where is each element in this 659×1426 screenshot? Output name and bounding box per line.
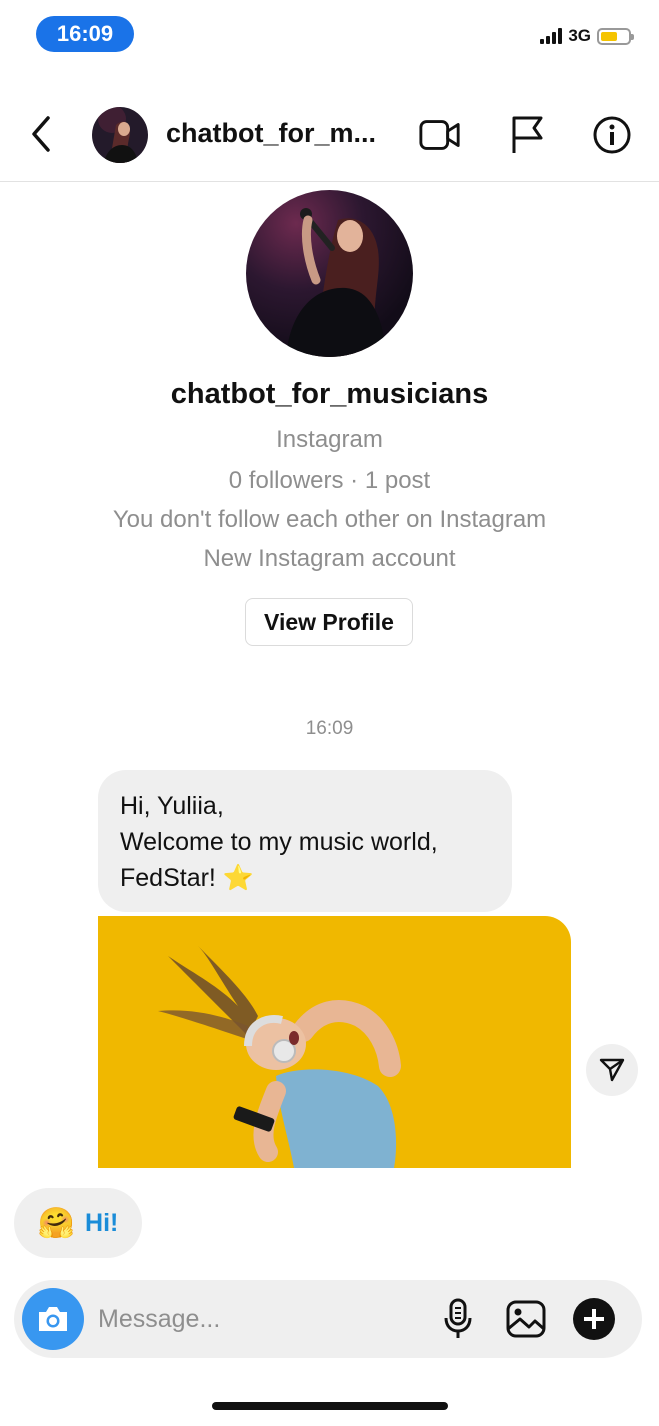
- quick-reply-label: Hi!: [85, 1208, 119, 1237]
- camera-button[interactable]: [22, 1288, 84, 1350]
- profile-avatar[interactable]: [246, 190, 413, 357]
- hugging-face-icon: 🤗: [37, 1206, 76, 1240]
- message-line: Welcome to my music world,: [120, 828, 438, 856]
- home-indicator: [212, 1402, 448, 1410]
- gallery-icon: [506, 1300, 546, 1338]
- header-avatar[interactable]: [92, 107, 148, 163]
- follow-status: You don't follow each other on Instagram: [112, 506, 547, 533]
- network-type: 3G: [568, 26, 591, 45]
- microphone-icon: [444, 1298, 472, 1338]
- profile-username: chatbot_for_musicians: [170, 378, 489, 410]
- quick-reply-chip[interactable]: 🤗 Hi!: [14, 1188, 142, 1258]
- info-icon: [593, 116, 631, 154]
- report-button[interactable]: [506, 114, 550, 156]
- info-button[interactable]: [590, 114, 634, 156]
- message-input[interactable]: [98, 1298, 418, 1340]
- status-time: 16:09: [36, 16, 134, 52]
- message-composer: [14, 1280, 642, 1358]
- status-indicators: 3G: [540, 24, 634, 48]
- camera-icon: [39, 1307, 67, 1331]
- message-photo[interactable]: [98, 916, 571, 1168]
- signal-icon: [540, 28, 563, 44]
- message-bubble[interactable]: Hi, Yuliia, Welcome to my music world, F…: [98, 770, 512, 912]
- gallery-button[interactable]: [502, 1295, 550, 1343]
- more-button[interactable]: [570, 1295, 618, 1343]
- video-call-icon: [419, 120, 460, 150]
- message-timestamp: 16:09: [305, 718, 354, 739]
- video-call-button[interactable]: [418, 114, 462, 156]
- message-line: FedStar! ⭐: [120, 864, 254, 892]
- battery-icon: [597, 27, 634, 45]
- flag-icon: [512, 116, 543, 153]
- back-button[interactable]: [26, 114, 58, 154]
- view-profile-button[interactable]: View Profile: [245, 598, 413, 646]
- send-icon: [599, 1058, 625, 1082]
- voice-button[interactable]: [434, 1295, 482, 1343]
- share-button[interactable]: [586, 1044, 638, 1096]
- profile-stats: 0 followers · 1 post: [228, 467, 431, 494]
- account-note: New Instagram account: [203, 545, 456, 572]
- chat-header: chatbot_for_m...: [0, 100, 659, 182]
- profile-platform: Instagram: [276, 426, 383, 453]
- header-title[interactable]: chatbot_for_m...: [166, 118, 376, 149]
- back-chevron-icon: [32, 116, 50, 152]
- message-line: Hi, Yuliia,: [120, 792, 224, 820]
- plus-icon: [573, 1298, 615, 1340]
